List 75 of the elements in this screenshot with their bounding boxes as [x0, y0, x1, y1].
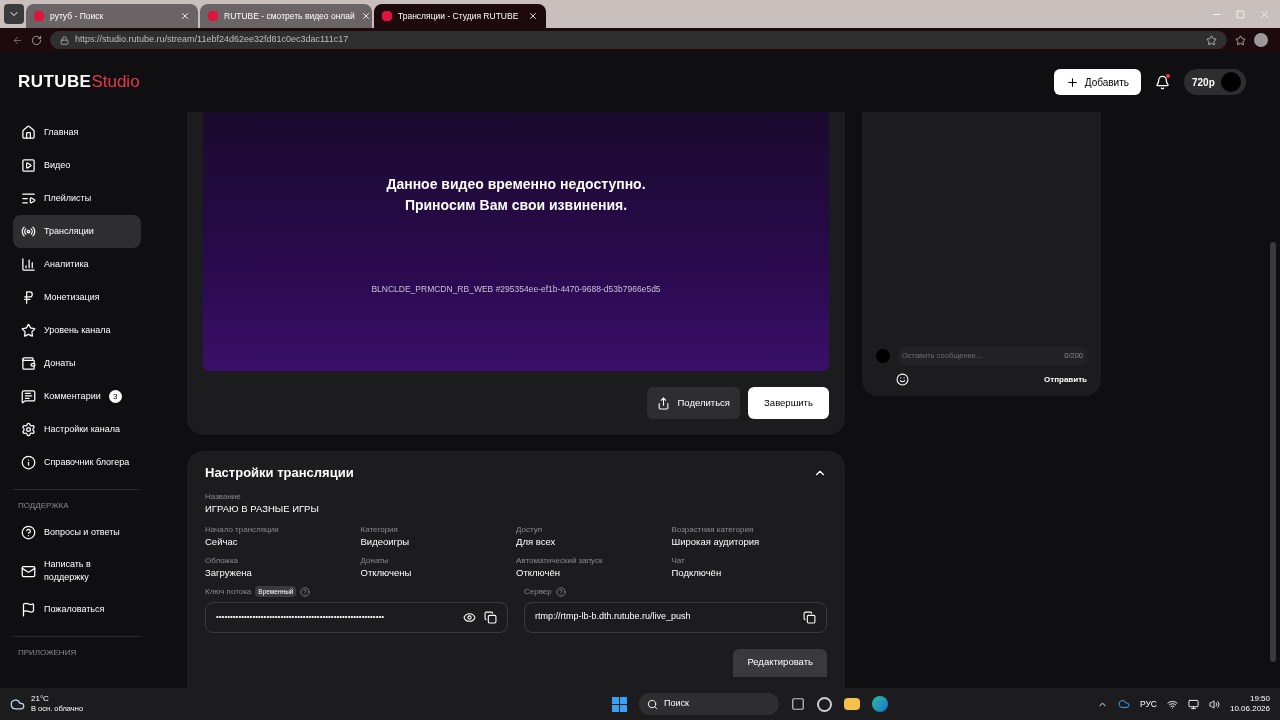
address-bar[interactable]: https://studio.rutube.ru/stream/11ebf24d62ee32fd81c0ec3dac111c17	[50, 31, 1227, 49]
sidebar-label: Трансляции	[44, 225, 94, 238]
taskbar-search[interactable]: Поиск	[639, 693, 779, 715]
browser-tab[interactable]: Трансляции - Студия RUTUBE	[374, 4, 546, 28]
sidebar-item[interactable]: Настройки канала	[13, 413, 141, 446]
logo[interactable]: RUTUBEStudio	[18, 69, 140, 95]
sidebar-item[interactable]: Уровень канала	[13, 314, 141, 347]
sidebar-label: Главная	[44, 126, 79, 139]
sidebar-label: Уровень канала	[44, 324, 111, 337]
field-label: Обложка	[205, 554, 240, 566]
clock[interactable]: 19:50 10.06.2026	[1229, 694, 1270, 714]
browser-tab[interactable]: рутуб - Поиск	[26, 4, 198, 28]
field-label: Автоматический запуск	[516, 554, 604, 566]
sidebar-label: Видео	[44, 159, 71, 172]
error-message: Данное видео временно недоступно. Приносим Вам свои извинения.	[386, 175, 646, 215]
share-button[interactable]: Поделиться	[646, 387, 740, 419]
stream-key-field[interactable]: ••••••••••••••••••••••••••••••••••••••••••••••••••••••••••••	[205, 601, 508, 633]
sidebar-item[interactable]: Донаты	[13, 347, 141, 380]
section-heading: ПОДДЕРЖКА	[17, 500, 70, 512]
sidebar-item[interactable]: Главная	[13, 116, 141, 149]
field-label: Возрастная категория	[671, 523, 755, 535]
browser-tab[interactable]: RUTUBE - смотреть видео онлай	[200, 4, 372, 28]
tab-title: RUTUBE - смотреть видео онлай	[224, 9, 355, 23]
sidebar-label: Комментарии	[44, 390, 101, 403]
field-label: Начало трансляции	[205, 523, 280, 535]
error-code: BLNCLDE_PRMCDN_RB_WEB #295354ee-ef1b-4470-9688-d53b7966e5d5	[371, 283, 661, 296]
count-badge: 3	[108, 390, 122, 403]
sidebar-label: Плейлисты	[44, 192, 92, 205]
field-value: Сейчас	[205, 534, 239, 549]
edit-button[interactable]: Редактировать	[733, 648, 827, 677]
finish-button[interactable]: Завершить	[748, 387, 829, 419]
field-value: Для всех	[516, 534, 557, 549]
sidebar-item[interactable]: Монетизация	[13, 281, 141, 314]
field-value: Загружена	[205, 565, 253, 580]
field-value: Видеоигры	[360, 534, 411, 549]
sidebar-item[interactable]: Написать в поддержку	[13, 549, 141, 593]
field-label: Сервер	[524, 585, 552, 598]
add-button[interactable]: Добавить	[1053, 69, 1141, 95]
sidebar-label: Аналитика	[44, 258, 89, 271]
sidebar-item[interactable]: Трансляции	[13, 215, 141, 248]
sidebar-label: Донаты	[44, 357, 76, 370]
sidebar-item[interactable]: Справочник блогера	[13, 446, 141, 479]
quality-pill[interactable]: 720p	[1184, 69, 1246, 95]
sidebar-label: Справочник блогера	[44, 456, 130, 469]
sidebar-label: Пожаловаться	[44, 603, 105, 616]
field-value: ИГРАЮ В РАЗНЫЕ ИГРЫ	[205, 501, 320, 516]
sidebar-item[interactable]: Вопросы и ответы	[13, 516, 141, 549]
tab-title: Трансляции - Студия RUTUBE	[398, 9, 520, 23]
field-label: Донаты	[360, 554, 390, 566]
sidebar-item[interactable]: Плейлисты	[13, 182, 141, 215]
sidebar-label: Монетизация	[44, 291, 100, 304]
field-label: Доступ	[516, 523, 544, 535]
field-value: Подключён	[671, 565, 723, 580]
field-value: Отключены	[360, 565, 413, 580]
server-field[interactable]: rtmp://rtmp-lb-b.dth.rutube.ru/live_push	[524, 601, 827, 633]
field-label: Ключ потока	[205, 585, 252, 598]
field-label: Категория	[360, 523, 399, 535]
section-heading: ПРИЛОЖЕНИЯ	[17, 647, 78, 659]
sidebar-item[interactable]: Видео	[13, 149, 141, 182]
sidebar-label: Вопросы и ответы	[44, 526, 120, 539]
sidebar-item[interactable]: Комментарии 3	[13, 380, 141, 413]
language-indicator[interactable]: РУС	[1139, 697, 1157, 711]
sidebar-item[interactable]: Аналитика	[13, 248, 141, 281]
send-button[interactable]: Отправить	[1044, 373, 1087, 386]
field-label: Чат	[671, 554, 686, 566]
temperature-text: 21°C	[31, 694, 50, 704]
field-value: Отключён	[516, 565, 561, 580]
sidebar-label: Настройки канала	[44, 423, 120, 436]
sidebar-item[interactable]: Пожаловаться	[13, 593, 141, 626]
url-text: https://studio.rutube.ru/stream/11ebf24d62ee32fd81c0ec3dac111c17	[75, 33, 350, 47]
tab-title: рутуб - Поиск	[50, 9, 105, 23]
field-label: Название	[205, 490, 242, 502]
section-title: Настройки трансляции	[205, 464, 354, 482]
sidebar-label: Написать в поддержку	[44, 558, 92, 584]
field-value: Широкая аудитория	[671, 534, 761, 549]
